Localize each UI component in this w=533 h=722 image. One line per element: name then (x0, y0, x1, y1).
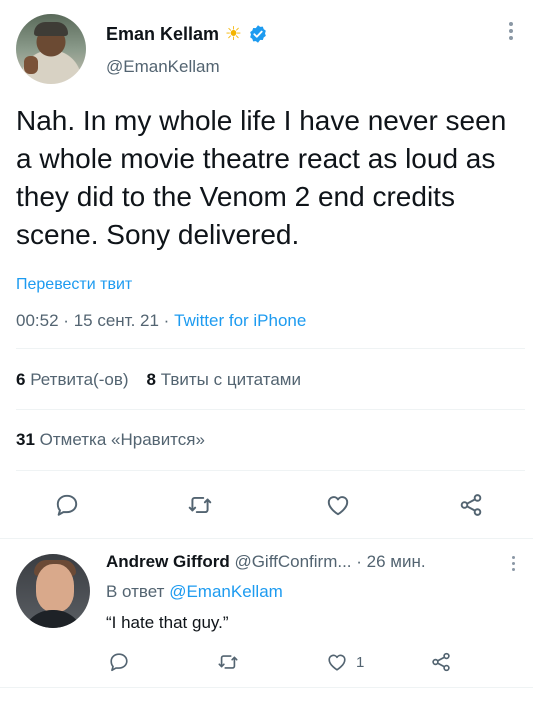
author-avatar[interactable] (16, 14, 86, 84)
more-icon[interactable] (510, 556, 516, 576)
meta-separator: · (163, 311, 170, 330)
like-icon[interactable] (323, 490, 353, 520)
reply-action-bar: 1 (0, 650, 533, 676)
reply-header: Andrew Gifford @GiffConfirm... · 26 мин. (106, 552, 426, 572)
reply-time[interactable]: 26 мин. (367, 552, 426, 571)
more-icon[interactable] (508, 22, 514, 44)
share-icon[interactable] (430, 650, 452, 674)
verified-icon (250, 25, 266, 43)
retweet-icon[interactable] (217, 650, 239, 674)
sun-emoji-icon: ☀ (225, 23, 243, 45)
retweets-stat[interactable]: 6 Ретвита(-ов) (16, 370, 129, 390)
reply-author-name[interactable]: Andrew Gifford (106, 552, 230, 571)
tweet-source-link[interactable]: Twitter for iPhone (174, 311, 306, 330)
reply-tweet[interactable]: Andrew Gifford @GiffConfirm... · 26 мин.… (0, 540, 533, 690)
reply-like-count: 1 (356, 653, 365, 671)
divider (16, 409, 525, 410)
reply-icon[interactable] (52, 490, 82, 520)
meta-separator: · (63, 311, 69, 330)
retweet-stats: 6 Ретвита(-ов) 8 Твиты с цитатами (16, 370, 301, 390)
translate-tweet-link[interactable]: Перевести твит (16, 276, 132, 294)
reply-text: “I hate that guy.” (106, 613, 229, 632)
share-icon[interactable] (456, 490, 486, 520)
tweet-time[interactable]: 00:52 (16, 311, 59, 330)
divider (0, 687, 533, 688)
reply-to-line: В ответ @EmanKellam (106, 582, 283, 602)
tweet-text: Nah. In my whole life I have never seen … (16, 105, 507, 250)
reply-to-mention[interactable]: @EmanKellam (169, 582, 283, 601)
likes-stat[interactable]: 31 Отметка «Нравится» (16, 430, 205, 450)
reply-icon[interactable] (108, 650, 130, 674)
reply-author-avatar[interactable] (16, 554, 90, 628)
author-name[interactable]: Eman Kellam (106, 24, 219, 45)
reply-author-handle[interactable]: @GiffConfirm... (234, 552, 351, 571)
author-name-row: Eman Kellam ☀ (106, 22, 268, 46)
quotes-stat[interactable]: 8 Твиты с цитатами (147, 370, 301, 390)
tweet-action-bar (0, 490, 533, 522)
tweet-date[interactable]: 15 сент. 21 (74, 311, 159, 330)
retweet-icon[interactable] (185, 490, 215, 520)
author-handle[interactable]: @EmanKellam (106, 57, 220, 77)
meta-separator: · (356, 552, 362, 571)
divider (16, 348, 525, 349)
like-button[interactable]: 1 (326, 650, 364, 674)
like-icon (328, 654, 346, 671)
tweet-meta: 00:52 · 15 сент. 21 · Twitter for iPhone (16, 311, 306, 331)
divider (0, 538, 533, 539)
divider (16, 470, 525, 471)
reply-to-label: В ответ (106, 582, 165, 601)
